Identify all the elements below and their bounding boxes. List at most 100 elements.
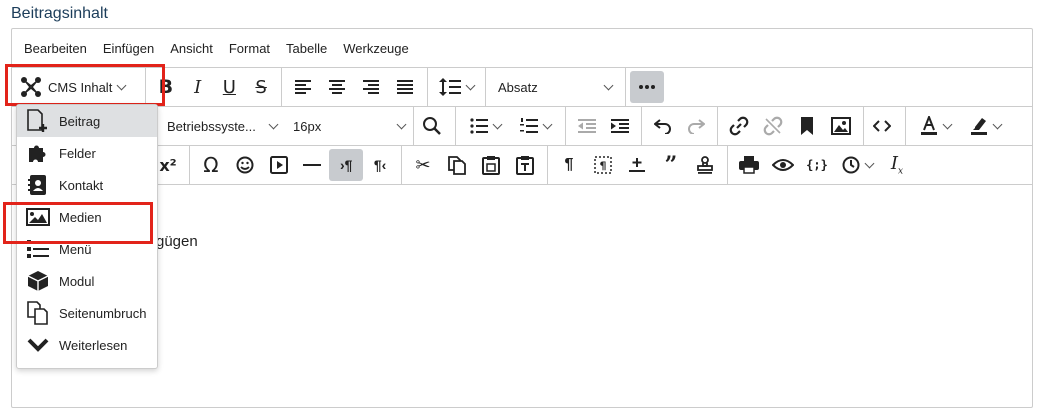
line-height-button[interactable]	[432, 71, 480, 103]
chevron-down-icon	[603, 80, 614, 90]
menu-tabelle[interactable]: Tabelle	[278, 35, 335, 61]
cms-content-button[interactable]: CMS Inhalt	[16, 71, 133, 103]
align-center-icon	[329, 80, 345, 94]
clipboard-icon	[482, 156, 500, 175]
dropdown-item-menue[interactable]: Menü	[17, 233, 157, 265]
block-format-select[interactable]: Absatz	[490, 71, 620, 103]
numbered-list-button[interactable]	[510, 110, 560, 142]
menu-einfuegen[interactable]: Einfügen	[95, 35, 162, 61]
font-size-select[interactable]: 16px	[285, 110, 413, 142]
italic-button[interactable]: I	[182, 71, 214, 103]
dropdown-item-modul[interactable]: Modul	[17, 265, 157, 297]
menu-bearbeiten[interactable]: Bearbeiten	[16, 35, 95, 61]
chevron-down-icon	[992, 119, 1002, 129]
copy-icon	[448, 156, 466, 175]
show-blocks-button[interactable]: ¶	[552, 149, 586, 181]
bold-icon: B	[158, 76, 174, 98]
highlighter-icon	[970, 118, 987, 135]
justify-button[interactable]	[388, 71, 422, 103]
image-icon	[25, 205, 51, 229]
ltr-icon: ›¶	[340, 157, 353, 173]
underline-button[interactable]: U	[214, 71, 246, 103]
align-center-button[interactable]	[320, 71, 354, 103]
paste-as-text-button[interactable]	[508, 149, 542, 181]
align-left-button[interactable]	[286, 71, 320, 103]
bold-button[interactable]: B	[150, 71, 182, 103]
horizontal-line-button[interactable]	[295, 149, 329, 181]
rtl-button[interactable]: ¶‹	[363, 149, 397, 181]
nonbreaking-space-button[interactable]	[620, 149, 654, 181]
font-size-value: 16px	[293, 118, 322, 134]
svg-text:¶: ¶	[600, 160, 607, 173]
printer-icon	[739, 156, 759, 174]
code-sample-button[interactable]: {;}	[800, 149, 834, 181]
dropdown-item-kontakt[interactable]: Kontakt	[17, 169, 157, 201]
dropdown-item-label: Seitenumbruch	[59, 305, 147, 321]
cube-icon	[25, 269, 51, 293]
menu-werkzeuge[interactable]: Werkzeuge	[335, 35, 417, 61]
redo-icon	[688, 119, 706, 134]
undo-button[interactable]	[646, 110, 680, 142]
preview-button[interactable]	[766, 149, 800, 181]
align-right-button[interactable]	[354, 71, 388, 103]
insert-image-button[interactable]	[824, 110, 858, 142]
joomla-icon	[20, 76, 42, 98]
template-button[interactable]	[688, 149, 722, 181]
font-family-select[interactable]: Betriebssyste...	[159, 110, 285, 142]
visual-chars-button[interactable]: ¶	[586, 149, 620, 181]
ltr-button[interactable]: ›¶	[329, 149, 364, 181]
source-code-button[interactable]	[868, 110, 896, 142]
field-label: Beitragsinhalt	[11, 5, 108, 22]
print-button[interactable]	[732, 149, 766, 181]
insert-datetime-button[interactable]	[834, 149, 880, 181]
menu-ansicht[interactable]: Ansicht	[162, 35, 221, 61]
emoticons-button[interactable]	[228, 149, 262, 181]
outdent-button[interactable]	[570, 110, 604, 142]
special-character-button[interactable]: Ω	[194, 149, 228, 181]
menu-format[interactable]: Format	[221, 35, 278, 61]
dropdown-item-label: Medien	[59, 209, 102, 225]
insert-space-icon	[629, 158, 645, 172]
paste-button[interactable]	[474, 149, 508, 181]
redo-button[interactable]	[680, 110, 714, 142]
dropdown-item-seitenumbruch[interactable]: Seitenumbruch	[17, 297, 157, 329]
quote-icon: ”	[664, 152, 678, 178]
more-toolbar-button[interactable]	[630, 71, 664, 103]
chevron-down-icon	[542, 119, 552, 129]
bullet-list-button[interactable]	[460, 110, 510, 142]
visual-blocks-icon: ¶	[594, 156, 612, 174]
clear-formatting-button[interactable]: Ix	[880, 149, 914, 181]
code-icon	[873, 120, 891, 132]
strikethrough-icon: S	[255, 76, 267, 98]
text-color-button[interactable]	[910, 110, 960, 142]
dropdown-item-beitrag[interactable]: Beitrag	[17, 105, 157, 137]
unlink-button[interactable]	[756, 110, 790, 142]
blockquote-button[interactable]: ”	[654, 149, 688, 181]
search-replace-button[interactable]	[418, 110, 446, 142]
insert-media-button[interactable]	[262, 149, 296, 181]
strikethrough-button[interactable]: S	[245, 71, 277, 103]
image-icon	[831, 117, 851, 135]
insert-link-button[interactable]	[722, 110, 756, 142]
dropdown-item-medien[interactable]: Medien	[17, 201, 157, 233]
outdent-icon	[577, 119, 596, 133]
list-icon	[25, 237, 51, 261]
highlight-color-button[interactable]	[960, 110, 1010, 142]
underline-icon: U	[222, 76, 236, 98]
dropdown-item-felder[interactable]: Felder	[17, 137, 157, 169]
scissors-icon: ✂	[415, 154, 431, 175]
link-icon	[729, 116, 749, 136]
chevron-down-icon	[268, 119, 279, 129]
toolbar-row-2: Betriebssyste... 16px	[12, 107, 1032, 146]
editor-content-area[interactable]: gügen	[12, 186, 1032, 416]
dropdown-item-label: Beitrag	[59, 113, 101, 129]
copy-button[interactable]	[440, 149, 474, 181]
chevron-down-icon	[942, 119, 952, 129]
rtl-icon: ¶‹	[373, 157, 387, 173]
dropdown-item-weiterlesen[interactable]: Weiterlesen	[17, 329, 157, 361]
anchor-button[interactable]	[790, 110, 824, 142]
cut-button[interactable]: ✂	[406, 149, 440, 181]
content-text: gügen	[156, 233, 198, 250]
cms-content-label: CMS Inhalt	[48, 79, 113, 95]
indent-button[interactable]	[604, 110, 638, 142]
